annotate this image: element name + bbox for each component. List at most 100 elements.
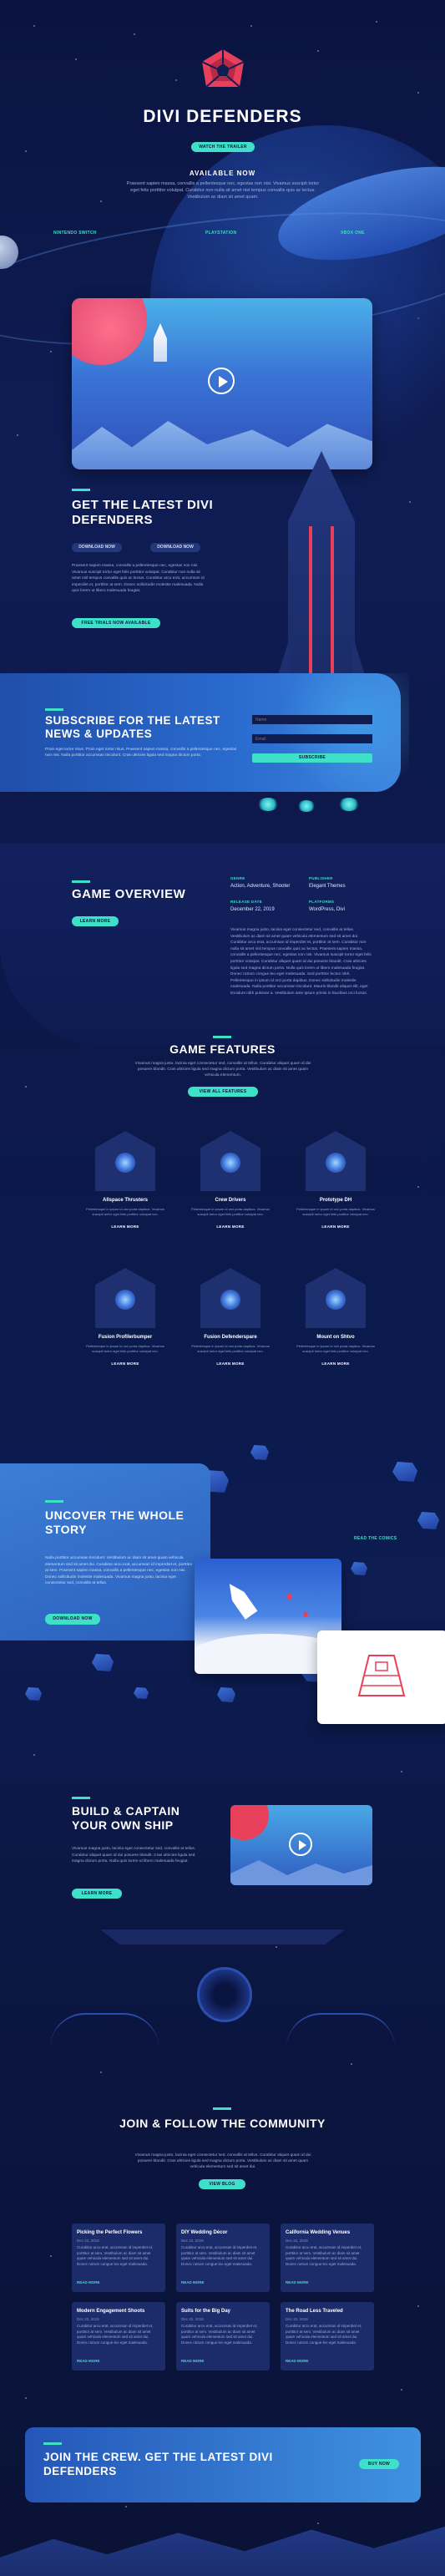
feature-learn-more-link[interactable]: LEARN MORE (185, 1362, 276, 1366)
blog-card-5[interactable]: Suits for the Big Day Dec 22, 2019 Curabit… (176, 2302, 270, 2371)
logo-icon (198, 47, 248, 97)
ship-icon (220, 1153, 240, 1173)
watch-trailer-button[interactable]: WATCH THE TRAILER (191, 142, 255, 152)
star (100, 2071, 102, 2073)
cockpit-console-right (286, 2013, 395, 2048)
blog-card-1[interactable]: Picking the Perfect Flowers Dec 22, 2019 C… (72, 2224, 165, 2292)
community-accent-bar (213, 2107, 231, 2110)
feature-learn-more-link[interactable]: LEARN MORE (290, 1225, 382, 1229)
ship-video-hills (230, 1860, 372, 1885)
feature-name: Fusion Defenderspare (204, 1335, 257, 1340)
star (351, 2063, 352, 2065)
blog-title: Picking the Perfect Flowers (77, 2230, 143, 2235)
asteroid (134, 1687, 149, 1699)
overview-body: Vivamus magna justo, lacinia eget consec… (230, 928, 372, 996)
ship-video[interactable] (230, 1805, 372, 1885)
star (417, 2305, 419, 2307)
view-blog-button[interactable]: VIEW BLOG (199, 2179, 245, 2189)
meta-genre-value: Action, Adventure, Shooter (230, 884, 291, 889)
email-field[interactable] (252, 734, 372, 743)
subscribe-title: SUBSCRIBE FOR THE LATEST NEWS & UPDATES (45, 714, 220, 740)
feature-learn-more-link[interactable]: LEARN MORE (290, 1362, 382, 1366)
story-body: Nulla porttitor accumsan tincidunt. Vest… (45, 1556, 193, 1585)
read-more-link[interactable]: READ MORE (286, 2280, 309, 2284)
free-trials-button[interactable]: FREE TRIALS NOW AVAILABLE (72, 618, 160, 628)
cockpit-illustration (50, 1929, 395, 2046)
blog-card-6[interactable]: The Road Less Traveled Dec 22, 2019 Curabi… (281, 2302, 374, 2371)
feature-name: Crew Drivers (215, 1198, 246, 1203)
feature-name: Fusion Profilerbumper (98, 1335, 153, 1340)
feature-card-2 (200, 1131, 260, 1191)
rocket-flame-left (257, 798, 279, 811)
star (317, 2523, 319, 2524)
trailer-video[interactable] (72, 298, 372, 469)
feature-text: Pellentesque in ipsum id orci porta dapi… (296, 1344, 375, 1353)
star (417, 1186, 419, 1188)
comic-panel-capsule (317, 1630, 445, 1724)
read-more-link[interactable]: READ MORE (286, 2359, 309, 2363)
feature-learn-more-link[interactable]: LEARN MORE (79, 1362, 171, 1366)
star (417, 92, 419, 94)
asteroid (25, 1687, 42, 1701)
read-more-link[interactable]: READ MORE (77, 2359, 100, 2363)
blog-date: Dec 22, 2019 (181, 2239, 204, 2243)
ship-learn-more-button[interactable]: LEARN MORE (72, 1889, 122, 1899)
star (25, 150, 27, 152)
subscribe-button[interactable]: SUBSCRIBE (252, 753, 372, 763)
blog-card-4[interactable]: Modern Engagement Shoots Dec 22, 2019 Cura… (72, 2302, 165, 2371)
play-button-icon[interactable] (208, 368, 235, 394)
read-comics-link[interactable]: READ THE COMICS (354, 1536, 397, 1541)
feature-name: Mount on Shtvo (316, 1335, 355, 1340)
platform-link-switch[interactable]: NINTENDO SWITCH (53, 231, 97, 236)
ship-icon (115, 1290, 135, 1310)
platform-link-xbox[interactable]: XBOX ONE (341, 231, 365, 236)
feature-learn-more-link[interactable]: LEARN MORE (79, 1225, 171, 1229)
ship-body: Vivamus magna justo, lacinia eget consec… (72, 1847, 196, 1864)
blog-date: Dec 22, 2019 (77, 2239, 99, 2243)
story-panel (0, 1463, 210, 1640)
buy-now-button[interactable]: BUY NOW (359, 2459, 399, 2469)
read-more-link[interactable]: READ MORE (77, 2280, 100, 2284)
meta-publisher-value: Elegant Themes (309, 884, 346, 889)
features-title: GAME FEATURES (169, 1042, 276, 1056)
blog-title: DIY Wedding Décor (181, 2230, 228, 2235)
community-intro: Vivamus magna justo, lacinia eget consec… (134, 2153, 311, 2169)
rocket-stripe-right (331, 526, 334, 693)
feature-text: Pellentesque in ipsum id orci porta dapi… (86, 1207, 164, 1216)
overview-learn-more-button[interactable]: LEARN MORE (72, 916, 119, 926)
view-all-features-button[interactable]: VIEW ALL FEATURES (188, 1087, 258, 1097)
feature-learn-more-link[interactable]: LEARN MORE (185, 1225, 276, 1229)
ship-play-button-icon[interactable] (289, 1833, 312, 1856)
story-download-button[interactable]: DOWNLOAD NOW (45, 1614, 100, 1625)
asteroid (351, 1562, 367, 1575)
meta-publisher-label: PUBLISHER (309, 876, 333, 880)
latest-download-button-2[interactable]: DOWNLOAD NOW (150, 543, 200, 552)
cockpit-frame (100, 1929, 345, 1945)
hero-subtitle: AVAILABLE NOW (189, 170, 256, 177)
feature-text: Pellentesque in ipsum id orci porta dapi… (191, 1207, 270, 1216)
read-more-link[interactable]: READ MORE (181, 2280, 205, 2284)
blog-card-3[interactable]: California Wedding Venues Dec 22, 2019 Cur… (281, 2224, 374, 2292)
star (401, 1771, 402, 1772)
rocket-body (288, 451, 355, 702)
star (75, 58, 77, 60)
name-field[interactable] (252, 715, 372, 724)
read-more-link[interactable]: READ MORE (181, 2359, 205, 2363)
latest-accent-bar (72, 489, 90, 491)
blog-excerpt: Curabitur arcu erat, accumsan id imperdi… (181, 2324, 258, 2345)
meta-genre-label: GENRE (230, 876, 245, 880)
asteroid (250, 1445, 269, 1460)
blog-title: The Road Less Traveled (286, 2309, 343, 2314)
platform-link-playstation[interactable]: PLAYSTATION (205, 231, 236, 236)
star (100, 200, 102, 202)
star (125, 2506, 127, 2508)
blog-card-2[interactable]: DIY Wedding Décor Dec 22, 2019 Curabitur a… (176, 2224, 270, 2292)
ship-icon (220, 1290, 240, 1310)
footer-cta-title: JOIN THE CREW. GET THE LATEST DIVI DEFEN… (43, 2451, 273, 2477)
blog-title: Modern Engagement Shoots (77, 2309, 145, 2314)
overview-accent-bar (72, 880, 90, 883)
latest-download-button-1[interactable]: DOWNLOAD NOW (72, 543, 122, 552)
video-planet (72, 298, 147, 365)
comic-meteor-1 (286, 1594, 292, 1600)
star (33, 25, 35, 27)
